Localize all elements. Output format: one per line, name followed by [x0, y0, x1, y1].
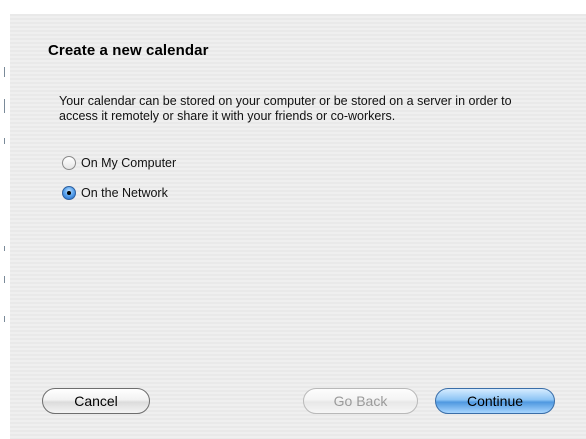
radio-unchecked-icon[interactable] [62, 156, 76, 170]
page-title: Create a new calendar [48, 42, 209, 59]
radio-label-on-my-computer: On My Computer [81, 156, 177, 170]
radio-on-my-computer[interactable]: On My Computer [62, 156, 176, 170]
cancel-button[interactable]: Cancel [42, 388, 150, 414]
radio-label-on-the-network: On the Network [81, 186, 168, 200]
continue-button[interactable]: Continue [435, 388, 555, 414]
radio-on-the-network[interactable]: On the Network [62, 186, 168, 200]
description-text: Your calendar can be stored on your comp… [59, 94, 512, 123]
radio-checked-icon[interactable] [62, 186, 76, 200]
new-calendar-dialog: Create a new calendar Your calendar can … [0, 0, 586, 439]
go-back-button[interactable]: Go Back [303, 388, 418, 414]
left-window-edge [0, 14, 10, 439]
top-strip [0, 0, 586, 14]
